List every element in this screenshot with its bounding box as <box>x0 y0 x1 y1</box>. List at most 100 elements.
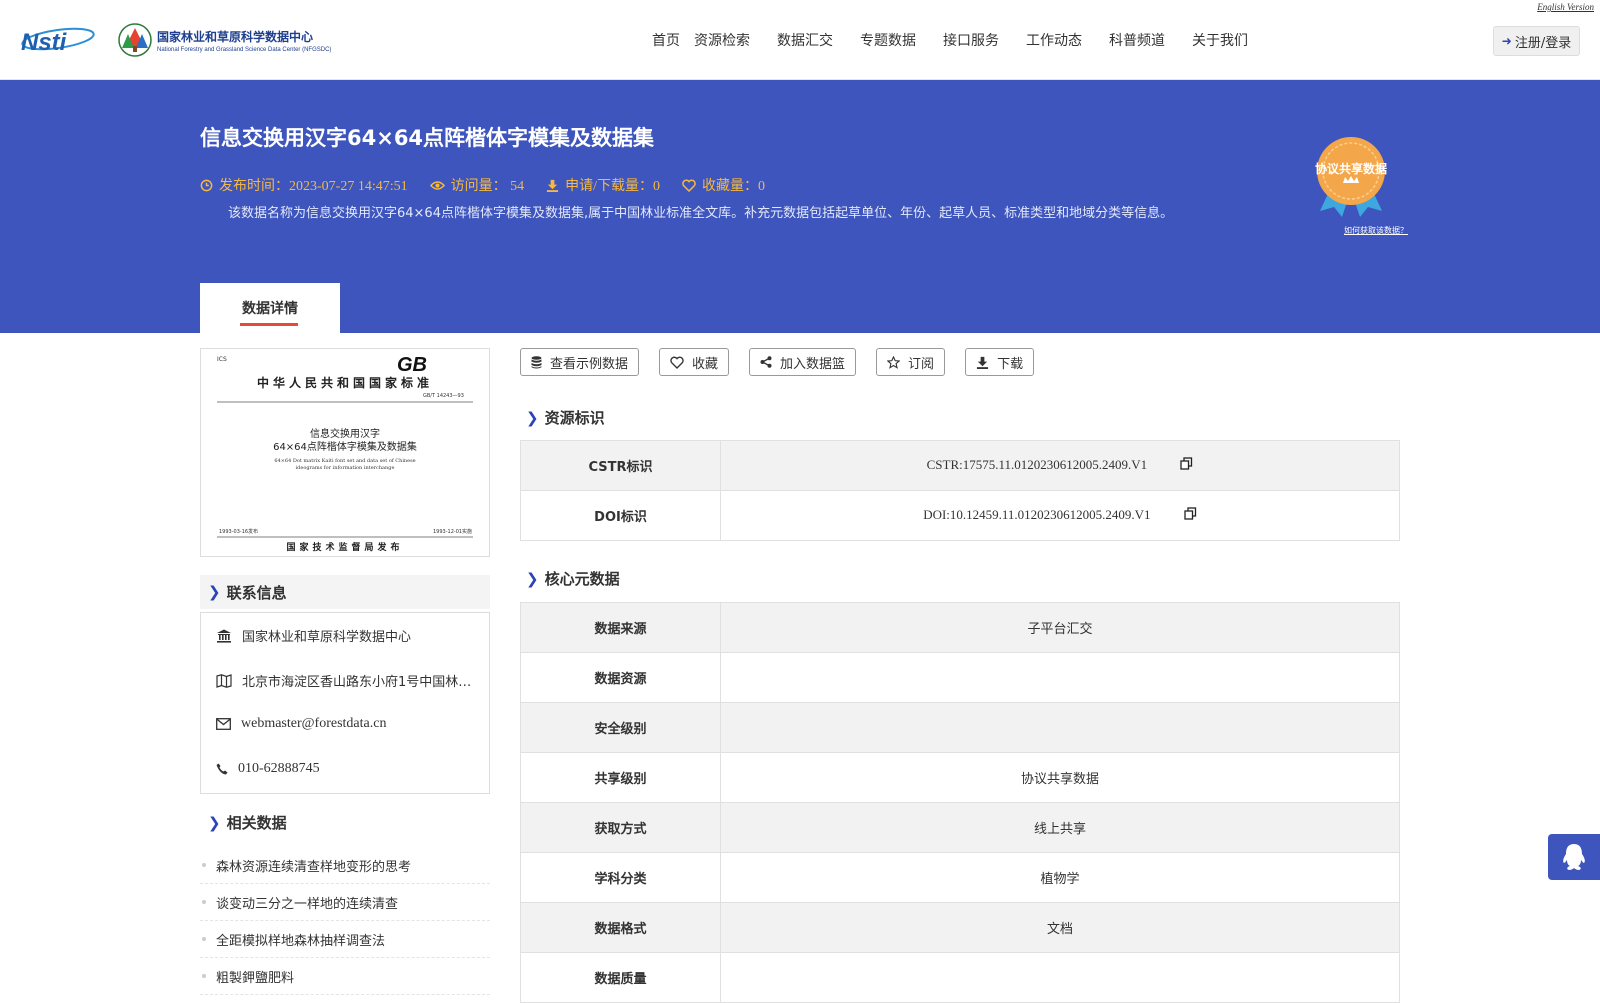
site-header: English Version Nsti 国家林业和草原科学数据中心 Natio… <box>0 0 1600 80</box>
institution-icon <box>217 629 231 643</box>
table-key: 获取方式 <box>520 802 721 853</box>
contact-address: 北京市海淀区香山路东小府1号中国林业科学研究院 <box>216 671 474 690</box>
map-icon <box>216 673 232 688</box>
related-item[interactable]: 森林资源连续清查样地变形的思考 <box>200 847 490 884</box>
nav-resource-search[interactable]: 资源检索 <box>694 30 750 50</box>
related-item[interactable]: 粗製鉀鹽肥料 <box>200 958 490 995</box>
clock-icon <box>200 179 213 191</box>
how-to-get-data-link[interactable]: 如何获取该数据？ <box>1344 225 1408 236</box>
copy-icon[interactable] <box>1180 457 1193 474</box>
nfgsdc-logo[interactable]: 国家林业和草原科学数据中心 National Forestry and Gras… <box>117 22 331 58</box>
table-key: CSTR标识 <box>520 440 721 491</box>
svg-text:ICS: ICS <box>217 356 227 363</box>
share-icon <box>760 356 772 368</box>
cover-org-text: 中华人民共和国国家标准 <box>257 375 433 390</box>
subscribe-button[interactable]: 订阅 <box>876 348 946 376</box>
heart-icon <box>682 179 696 192</box>
logo-cn-text: 国家林业和草原科学数据中心 <box>157 29 314 44</box>
online-service-button[interactable] <box>1548 834 1600 880</box>
cover-gb-text: GB <box>397 354 427 376</box>
doi-value: DOI:10.12459.11.0120230612005.2409.V1 <box>923 506 1151 522</box>
contact-phone: 010-62888745 <box>216 761 320 777</box>
download-count-text: 申请/下载量：0 <box>565 179 660 194</box>
table-key: 安全级别 <box>520 702 721 753</box>
cover-date-left: 1993-03-16发布 <box>219 528 258 535</box>
table-value: DOI:10.12459.11.0120230612005.2409.V1 <box>720 490 1400 541</box>
phone-icon <box>216 763 228 775</box>
contact-address-text: 北京市海淀区香山路东小府1号中国林业科学研究院 <box>242 675 474 690</box>
bullet-icon <box>202 900 206 904</box>
table-row: 数据质量 <box>520 952 1400 1003</box>
table-key: 数据质量 <box>520 952 721 1003</box>
table-key: 数据资源 <box>520 652 721 703</box>
nav-home[interactable]: 首页 <box>652 30 680 50</box>
chevron-right-icon: ❯ <box>526 569 539 588</box>
download-icon <box>976 356 989 369</box>
chevron-right-icon: ❯ <box>208 583 221 601</box>
badge-text: 协议共享数据 <box>1315 161 1387 176</box>
related-item-label: 谈变动三分之一样地的连续清查 <box>216 896 399 912</box>
login-button[interactable]: ➜ 注册/登录 <box>1493 26 1580 56</box>
nav-science-channel[interactable]: 科普频道 <box>1109 30 1165 50</box>
download-button[interactable]: 下载 <box>965 348 1035 376</box>
subscribe-label: 订阅 <box>908 356 935 372</box>
core-metadata-table: 数据来源 子平台汇交 数据资源 安全级别 共享级别 协议共享数据 获取方式 线上共享 … <box>520 602 1400 1003</box>
nfgsdc-emblem-icon <box>118 23 152 57</box>
table-value <box>720 952 1400 1003</box>
english-version-link[interactable]: English Version <box>1537 2 1594 12</box>
related-section-title: ❯ 相关数据 <box>200 812 287 833</box>
nav-api-service[interactable]: 接口服务 <box>943 30 999 50</box>
cover-title-2: 64×64点阵楷体字模集及数据集 <box>273 440 417 453</box>
table-key: 学科分类 <box>520 852 721 903</box>
related-item[interactable]: 谈变动三分之一样地的连续清查 <box>200 884 490 921</box>
dataset-cover-image: ICS GB 中华人民共和国国家标准 GB/T 14243—93 信息交换用汉字… <box>200 348 490 557</box>
page-title: 信息交换用汉字64×64点阵楷体字模集及数据集 <box>200 126 655 150</box>
copy-icon[interactable] <box>1184 507 1197 524</box>
nav-about-us[interactable]: 关于我们 <box>1192 30 1248 50</box>
nav-work-news[interactable]: 工作动态 <box>1026 30 1082 50</box>
table-row: CSTR标识 CSTR:17575.11.0120230612005.2409.… <box>520 440 1400 491</box>
table-value: 植物学 <box>720 852 1400 903</box>
favorite-count: 收藏量：0 <box>682 175 765 195</box>
related-item-label: 粗製鉀鹽肥料 <box>216 970 295 986</box>
bullet-icon <box>202 974 206 978</box>
nav-topic-data[interactable]: 专题数据 <box>860 30 916 50</box>
related-item-label: 森林资源连续清查样地变形的思考 <box>216 859 412 875</box>
table-value: 协议共享数据 <box>720 752 1400 803</box>
cover-en-1: 64×64 Dot matrix Kaiti font set and data… <box>274 458 415 464</box>
nsti-logo[interactable]: Nsti <box>18 22 98 61</box>
dataset-description: 该数据名称为信息交换用汉字64×64点阵楷体字模集及数据集,属于中国林业标准全文… <box>228 206 1174 221</box>
table-row: 学科分类 植物学 <box>520 852 1400 903</box>
contact-email-text: webmaster@forestdata.cn <box>241 716 387 731</box>
table-row: 数据来源 子平台汇交 <box>520 602 1400 653</box>
tab-data-details[interactable]: 数据详情 <box>200 283 340 333</box>
table-value <box>720 702 1400 753</box>
contact-info-box: 国家林业和草原科学数据中心 北京市海淀区香山路东小府1号中国林业科学研究院 we… <box>200 612 490 794</box>
cover-code-text: GB/T 14243—93 <box>423 393 464 399</box>
nav-data-submission[interactable]: 数据汇交 <box>777 30 833 50</box>
contact-phone-text: 010-62888745 <box>238 761 320 776</box>
related-data-list: 森林资源连续清查样地变形的思考 谈变动三分之一样地的连续清查 全距模拟样地森林抽… <box>200 847 490 995</box>
main-nav: 首页 资源检索 数据汇交 专题数据 接口服务 工作动态 科普频道 关于我们 <box>652 30 1248 50</box>
table-key: 数据格式 <box>520 902 721 953</box>
add-to-basket-button[interactable]: 加入数据篮 <box>749 348 857 376</box>
add-to-basket-label: 加入数据篮 <box>780 356 846 372</box>
contact-section-title: ❯ 联系信息 <box>200 575 490 609</box>
resource-id-section-title: ❯ 资源标识 <box>526 407 605 428</box>
favorite-button[interactable]: 收藏 <box>659 348 730 376</box>
login-label: 注册/登录 <box>1514 35 1572 51</box>
visit-count: 访问量： 54 <box>429 175 525 195</box>
view-sample-button[interactable]: 查看示例数据 <box>520 348 640 376</box>
table-row: DOI标识 DOI:10.12459.11.0120230612005.2409… <box>520 490 1400 541</box>
table-value: 子平台汇交 <box>720 602 1400 653</box>
table-key: 数据来源 <box>520 602 721 653</box>
related-title-text: 相关数据 <box>226 814 287 832</box>
table-row: 数据资源 <box>520 652 1400 703</box>
download-label: 下载 <box>997 356 1024 372</box>
table-value <box>720 652 1400 703</box>
contact-email[interactable]: webmaster@forestdata.cn <box>216 716 386 732</box>
related-item[interactable]: 全距模拟样地森林抽样调查法 <box>200 921 490 958</box>
visit-count-text: 访问量： 54 <box>450 179 525 194</box>
contact-org-text: 国家林业和草原科学数据中心 <box>242 630 412 645</box>
related-item-label: 全距模拟样地森林抽样调查法 <box>216 933 386 949</box>
